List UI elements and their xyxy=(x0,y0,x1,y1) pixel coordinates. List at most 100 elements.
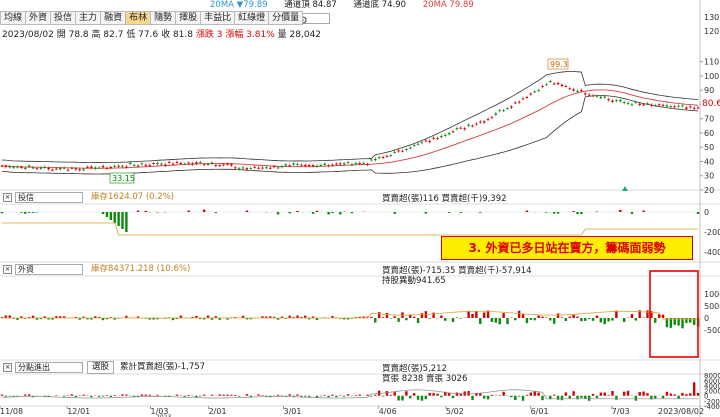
p4-bar xyxy=(144,394,148,396)
panel4-select[interactable]: 分點進出 xyxy=(15,362,83,373)
p4-bar xyxy=(370,395,373,397)
candle xyxy=(105,167,109,169)
stock-chart[interactable]: 130120110100908070605040302099.333.1580.… xyxy=(0,0,720,417)
p3-bar xyxy=(603,318,606,325)
panel3-select[interactable]: 外資 xyxy=(15,264,83,275)
p4-bar xyxy=(257,394,260,396)
p4-bar xyxy=(665,391,669,396)
candle xyxy=(226,163,229,165)
p2-bar xyxy=(556,212,560,214)
candle xyxy=(692,107,696,109)
candle xyxy=(117,165,120,167)
p3-bar xyxy=(494,318,498,323)
candle xyxy=(362,162,365,164)
highlight-box xyxy=(649,270,699,358)
p4-bar xyxy=(276,394,280,396)
p3-bar xyxy=(560,317,564,318)
tab-9[interactable]: 紅綠燈 xyxy=(234,11,269,25)
p3-bar xyxy=(529,318,533,320)
p4-bar xyxy=(74,395,78,397)
panel2-select[interactable]: 投信 xyxy=(15,192,83,203)
x-axis-label: 5/02 xyxy=(446,407,464,416)
candle xyxy=(148,164,151,166)
candle xyxy=(78,169,81,171)
tab-1[interactable]: 外資 xyxy=(25,11,51,25)
p4-bar xyxy=(440,395,443,398)
p3-bar xyxy=(584,318,587,321)
p2-bar xyxy=(202,209,206,212)
p3-bar xyxy=(370,316,373,318)
candle xyxy=(428,140,431,143)
p4-bar xyxy=(101,395,105,397)
p4-bar xyxy=(514,395,517,400)
panel4-header: × 分點進出 選股 累計買賣超(張)-1,757 xyxy=(0,361,206,374)
candle xyxy=(397,150,400,152)
pick-stock-button[interactable]: 選股 xyxy=(87,361,115,374)
tab-4[interactable]: 融資 xyxy=(100,11,126,25)
p2-axis-label: -2000 xyxy=(704,228,720,237)
p4-bar xyxy=(467,391,470,396)
p4-bar xyxy=(673,394,676,396)
candle xyxy=(136,165,140,167)
p3-bar xyxy=(564,318,568,322)
p4-bar xyxy=(245,394,249,396)
p3-bar xyxy=(405,318,408,321)
p3-bar xyxy=(467,310,470,318)
candle xyxy=(152,163,155,165)
candle xyxy=(646,103,649,105)
candle xyxy=(482,121,486,123)
tab-7[interactable]: 擇股 xyxy=(175,11,201,25)
candle xyxy=(342,163,346,165)
p4-bar xyxy=(611,390,614,396)
p3-bar xyxy=(393,316,396,318)
candle xyxy=(300,164,303,166)
candle xyxy=(615,100,618,102)
p4-bar xyxy=(327,395,330,398)
p4-bar xyxy=(471,395,474,400)
p4-bar xyxy=(626,390,630,396)
p2-bar xyxy=(619,209,622,212)
candle xyxy=(335,163,338,165)
candle xyxy=(366,163,369,166)
candle xyxy=(409,147,412,149)
p2-bar xyxy=(113,212,116,223)
x-axis-label: 12/01 xyxy=(67,407,90,416)
candle xyxy=(494,113,498,115)
candle xyxy=(66,169,70,171)
annotation-box: 3. 外資已多日站在賣方，籌碼面弱勢 xyxy=(441,236,693,260)
p3-bar xyxy=(482,312,486,318)
close-icon[interactable]: × xyxy=(3,363,12,372)
close-icon[interactable]: × xyxy=(3,193,12,202)
p2-bar xyxy=(350,212,354,214)
tab-2[interactable]: 投信 xyxy=(50,11,76,25)
tab-8[interactable]: 丰益比 xyxy=(200,11,235,25)
p2-bar xyxy=(0,212,4,214)
panel4-cum: 累計買賣超(張)-1,757 xyxy=(120,362,206,372)
candle xyxy=(292,163,295,165)
close-icon[interactable]: × xyxy=(3,265,12,274)
tab-5[interactable]: 布林 xyxy=(125,11,151,25)
x-axis-label: 2023/08/02 xyxy=(658,407,704,416)
p3-bar xyxy=(591,318,595,321)
p2-bar xyxy=(572,211,575,212)
p4-bar xyxy=(638,392,641,396)
p2-bar xyxy=(105,212,109,217)
p3-bar xyxy=(689,318,692,323)
p3-bar xyxy=(622,318,626,322)
p4-bar xyxy=(183,395,186,397)
p4-bar xyxy=(175,394,179,396)
p4-bar xyxy=(304,395,307,397)
candle xyxy=(459,127,463,129)
tab-3[interactable]: 主力 xyxy=(75,11,101,25)
candle xyxy=(129,162,132,164)
p4-bar xyxy=(537,392,540,396)
tab-0[interactable]: 均線 xyxy=(0,11,26,25)
tab-10[interactable]: 分價量 xyxy=(268,11,304,25)
candle xyxy=(214,164,218,167)
candle xyxy=(113,165,116,167)
p4-bar xyxy=(342,395,346,397)
p4-bar xyxy=(681,392,684,396)
tab-6[interactable]: 隨勢 xyxy=(150,11,176,25)
candle xyxy=(657,104,661,106)
candle xyxy=(599,96,603,99)
